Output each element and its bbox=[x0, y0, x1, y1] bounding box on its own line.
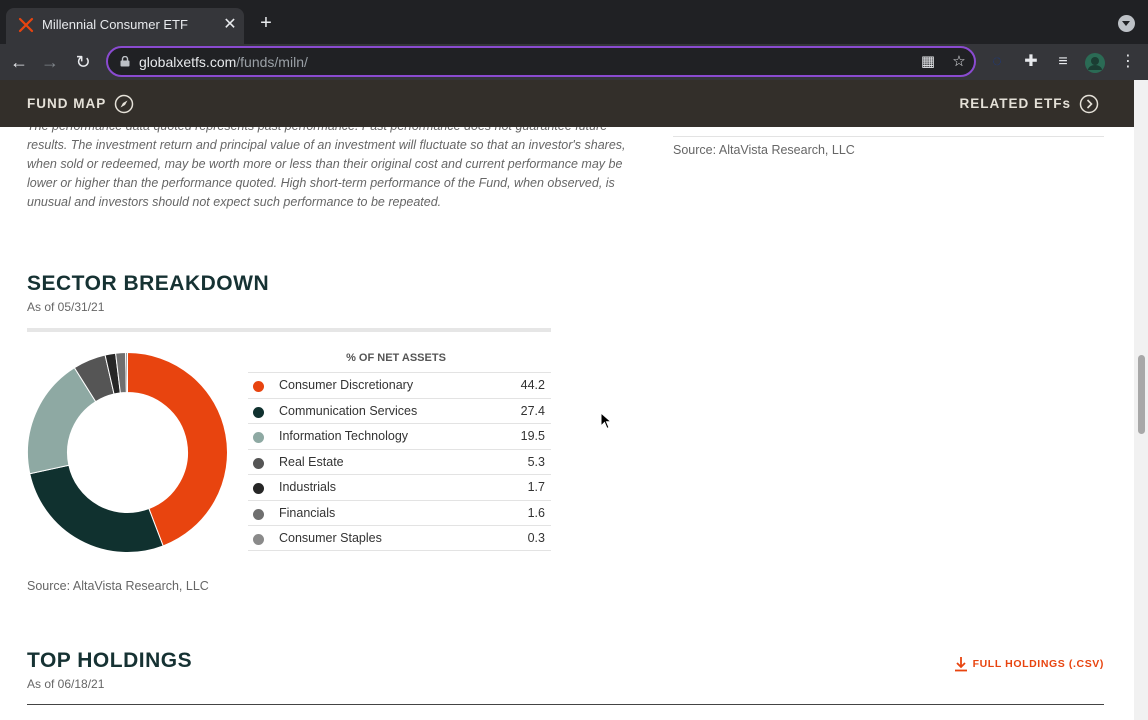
scrollbar-thumb[interactable] bbox=[1138, 355, 1145, 434]
bookmark-star-icon[interactable]: ☆ bbox=[951, 54, 967, 70]
sector-value: 44.2 bbox=[520, 378, 545, 392]
extension-icon[interactable]: ◌ bbox=[987, 52, 1007, 72]
sector-as-of-date: As of 05/31/21 bbox=[27, 300, 105, 314]
reload-icon[interactable]: ↻ bbox=[71, 50, 95, 74]
sticky-nav-bar: FUND MAP RELATED ETFs bbox=[0, 80, 1134, 127]
sector-table: % OF NET ASSETS Consumer Discretionary 44… bbox=[248, 350, 551, 551]
legend-dot-icon bbox=[253, 406, 264, 418]
sector-row: Information Technology 19.5 bbox=[248, 423, 551, 449]
lock-icon bbox=[120, 56, 130, 67]
donut-slice-consumer-staples bbox=[125, 352, 128, 394]
sector-value: 1.6 bbox=[527, 505, 545, 520]
browser-tab[interactable]: Millennial Consumer ETF ✕ bbox=[6, 8, 244, 44]
media-queue-icon[interactable]: ≡ bbox=[1053, 52, 1073, 72]
sector-name: Communication Services bbox=[279, 403, 418, 418]
full-holdings-csv-link[interactable]: FULL HOLDINGS (.CSV) bbox=[973, 658, 1104, 670]
legend-dot-icon bbox=[253, 457, 264, 469]
tab-search-icon[interactable] bbox=[1118, 15, 1135, 32]
sector-name: Consumer Staples bbox=[279, 531, 382, 545]
url-text: globalxetfs.com/funds/miln/ bbox=[139, 54, 308, 70]
divider bbox=[673, 136, 1104, 137]
page-content: FUND MAP RELATED ETFs The performance da… bbox=[0, 80, 1134, 720]
sector-breakdown-title: SECTOR BREAKDOWN bbox=[27, 272, 270, 295]
puzzle-extensions-icon[interactable]: ✚ bbox=[1021, 52, 1041, 72]
holdings-divider bbox=[27, 704, 1104, 705]
sector-name: Financials bbox=[279, 505, 336, 520]
holdings-as-of-date: As of 06/18/21 bbox=[27, 677, 105, 691]
sector-row: Real Estate 5.3 bbox=[248, 448, 551, 475]
sector-value: 1.7 bbox=[527, 480, 545, 494]
browser-tab-bar: Millennial Consumer ETF ✕ + bbox=[0, 0, 1148, 44]
legend-dot-icon bbox=[253, 483, 264, 494]
source-note: Source: AltaVista Research, LLC bbox=[673, 143, 855, 157]
legend-dot-icon bbox=[253, 534, 264, 545]
new-tab-icon[interactable]: + bbox=[256, 13, 276, 33]
back-icon[interactable]: ← bbox=[7, 50, 31, 74]
sector-name: Industrials bbox=[279, 480, 336, 494]
browser-menu-icon[interactable]: ⋮ bbox=[1118, 52, 1138, 72]
sector-row: Financials 1.6 bbox=[248, 499, 551, 526]
profile-avatar[interactable] bbox=[1084, 52, 1106, 74]
compass-icon[interactable] bbox=[114, 94, 134, 114]
tab-title: Millennial Consumer ETF bbox=[42, 17, 188, 32]
sector-row: Consumer Staples 0.3 bbox=[248, 525, 551, 551]
chevron-right-circle-icon[interactable] bbox=[1079, 94, 1099, 114]
sector-value: 19.5 bbox=[520, 429, 545, 443]
performance-disclaimer: The performance data quoted represents p… bbox=[27, 119, 626, 209]
legend-dot-icon bbox=[253, 381, 264, 392]
sector-donut-chart bbox=[27, 352, 228, 553]
close-tab-icon[interactable]: ✕ bbox=[220, 15, 240, 35]
download-icon[interactable] bbox=[954, 656, 968, 672]
related-etfs-link[interactable]: RELATED ETFs bbox=[959, 96, 1071, 111]
donut-slice-communication-services bbox=[29, 464, 164, 553]
legend-dot-icon bbox=[253, 432, 264, 443]
browser-toolbar: ← → ↻ globalxetfs.com/funds/miln/ ▦ ☆ ◌ … bbox=[0, 44, 1148, 80]
sector-row: Communication Services 27.4 bbox=[248, 397, 551, 424]
sector-source-note: Source: AltaVista Research, LLC bbox=[27, 579, 209, 593]
globalx-logo-icon bbox=[18, 17, 34, 33]
sector-value: 0.3 bbox=[527, 531, 545, 545]
sector-table-header: % OF NET ASSETS bbox=[346, 352, 446, 364]
sector-name: Consumer Discretionary bbox=[279, 378, 414, 392]
qr-code-icon[interactable]: ▦ bbox=[920, 54, 936, 70]
sector-value: 5.3 bbox=[527, 454, 545, 469]
legend-dot-icon bbox=[253, 508, 264, 520]
sector-row: Consumer Discretionary 44.2 bbox=[248, 372, 551, 398]
sector-value: 27.4 bbox=[520, 403, 545, 418]
sector-name: Real Estate bbox=[279, 454, 344, 469]
fund-map-link[interactable]: FUND MAP bbox=[27, 96, 106, 111]
section-divider bbox=[27, 328, 551, 332]
sector-name: Information Technology bbox=[279, 429, 409, 443]
top-holdings-title: TOP HOLDINGS bbox=[27, 649, 193, 672]
sector-row: Industrials 1.7 bbox=[248, 474, 551, 500]
forward-icon[interactable]: → bbox=[38, 50, 62, 74]
address-bar[interactable]: globalxetfs.com/funds/miln/ ▦ ☆ bbox=[106, 46, 976, 77]
mouse-cursor-icon bbox=[600, 412, 612, 430]
